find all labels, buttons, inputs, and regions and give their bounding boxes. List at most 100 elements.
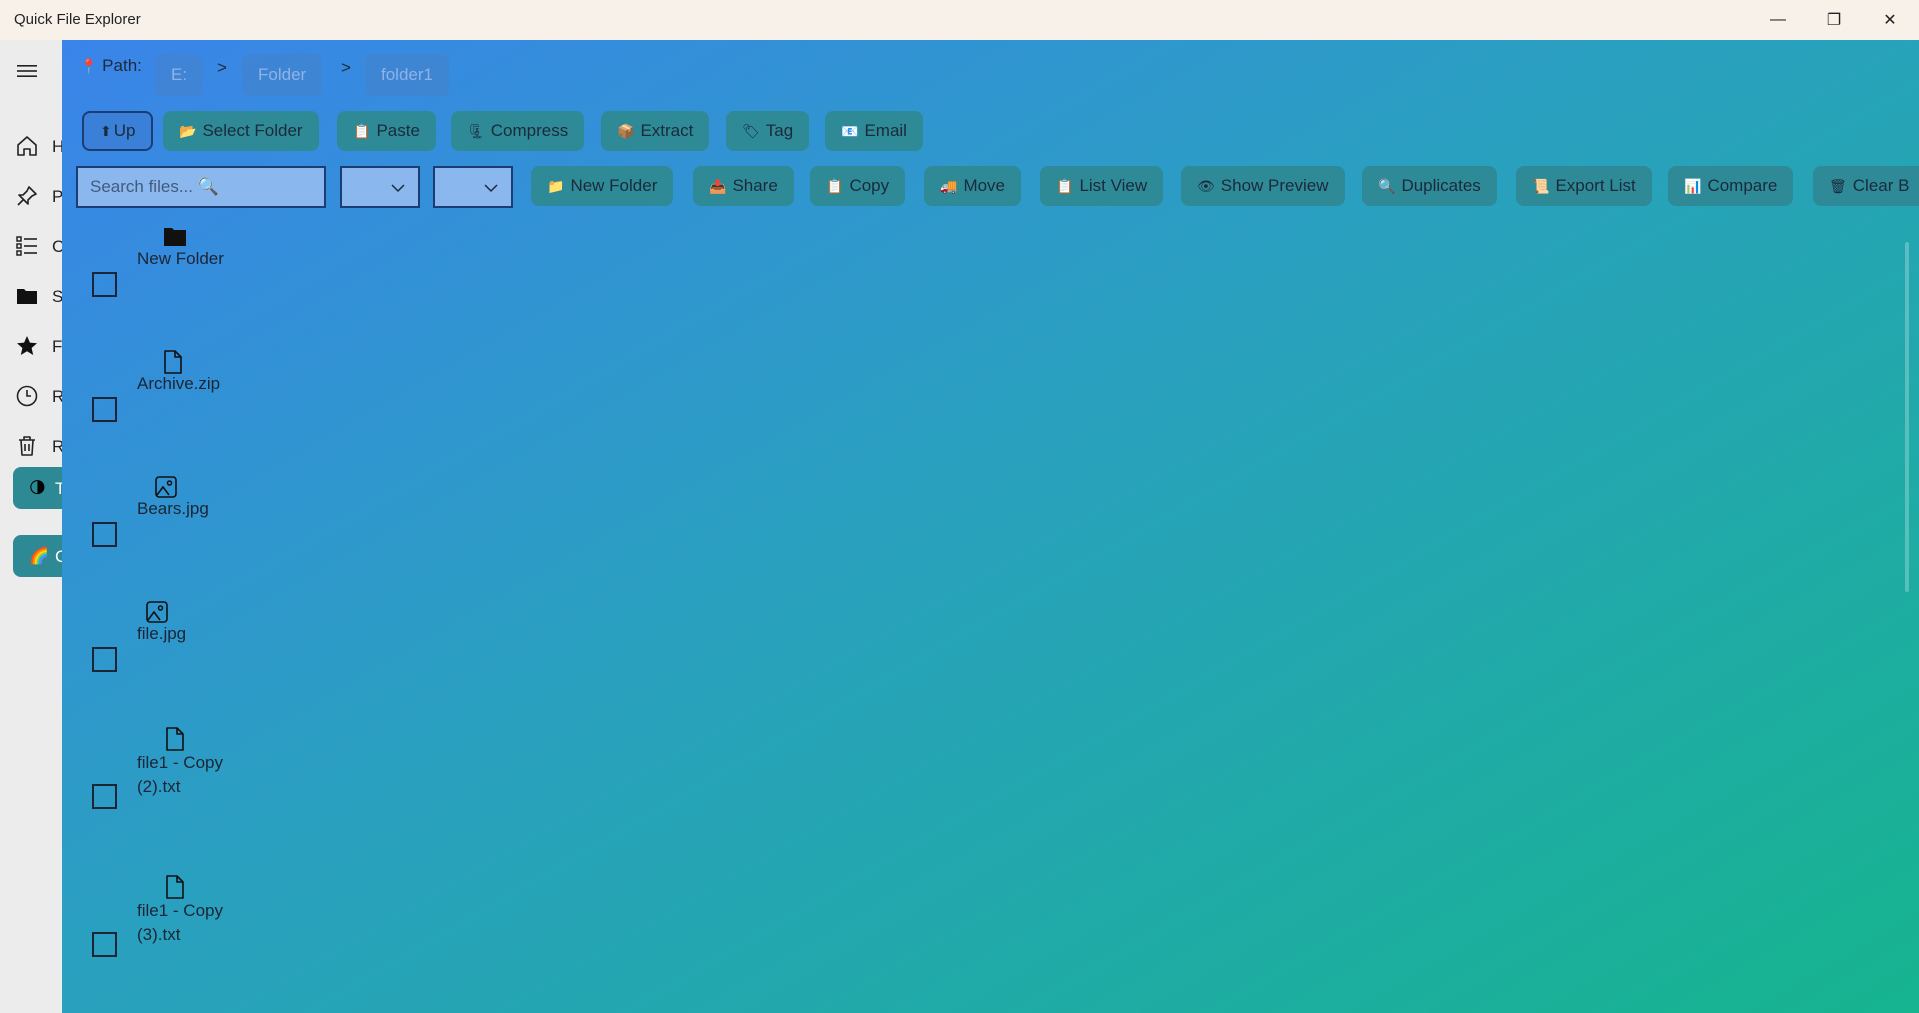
nav-item-select-folder[interactable]: S [0, 275, 62, 315]
paste-label: Paste [376, 121, 420, 140]
half-moon-icon: 🌗 [29, 480, 46, 497]
chevron-down-icon [391, 184, 405, 193]
nav-item-recycle-bin[interactable]: R [0, 425, 62, 465]
email-icon: 📧 [841, 123, 859, 139]
hamburger-icon [14, 58, 40, 84]
extract-button[interactable]: 📦 Extract [601, 111, 710, 151]
new-folder-label: New Folder [570, 176, 658, 195]
document-icon [166, 727, 184, 751]
nav-item-list[interactable]: C [0, 225, 62, 265]
file-name: file1 - Copy [137, 901, 223, 920]
close-icon: ✕ [1883, 12, 1897, 29]
open-folder-icon: 📂 [179, 123, 197, 139]
clear-button[interactable]: 🗑 Clear B [1813, 166, 1919, 206]
path-label: 📍 Path: [80, 56, 142, 76]
new-folder-button[interactable]: 📁 New Folder [531, 166, 674, 206]
color-theme-button[interactable]: 🌈 C [13, 535, 62, 577]
filter-dropdown[interactable] [433, 166, 513, 208]
nav-item-recent[interactable]: R [0, 375, 62, 415]
compress-label: Compress [490, 121, 569, 140]
minimize-button[interactable]: — [1750, 0, 1806, 40]
select-folder-label: Select Folder [202, 121, 303, 140]
bar-chart-icon: 📊 [1684, 178, 1702, 194]
navigation-pane: H P C S F R R 🌗 T 🌈 C [0, 40, 62, 1013]
home-icon [14, 133, 40, 159]
pin-icon: 📍 [80, 58, 98, 74]
document-icon [164, 350, 182, 374]
clipboard-icon: 📋 [353, 123, 371, 139]
eye-icon: 👁 [1197, 178, 1215, 194]
sort-dropdown[interactable] [340, 166, 420, 208]
search-input[interactable]: Search files... 🔍 [76, 166, 326, 208]
maximize-button[interactable]: ❐ [1806, 0, 1862, 40]
breadcrumb-separator: > [341, 58, 351, 77]
file-checkbox[interactable] [92, 647, 117, 672]
folder-icon: 📁 [547, 178, 565, 194]
up-button-label: Up [113, 121, 136, 140]
scroll-icon: 📜 [1532, 178, 1550, 194]
list-view-button[interactable]: 📋 List View [1040, 166, 1164, 206]
nav-item-pinned[interactable]: P [0, 175, 62, 215]
compare-label: Compare [1707, 176, 1778, 195]
main-content: 📍 Path: E: > Folder > folder1 ⬆ Up 📂 Selec… [62, 40, 1919, 1013]
package-icon: 📦 [617, 123, 635, 139]
share-icon: 📤 [709, 178, 727, 194]
tag-icon: 🏷 [742, 123, 760, 139]
compare-button[interactable]: 📊 Compare [1668, 166, 1794, 206]
file-checkbox[interactable] [92, 522, 117, 547]
close-button[interactable]: ✕ [1862, 0, 1918, 40]
vertical-scrollbar[interactable] [1905, 242, 1909, 592]
file-checkbox[interactable] [92, 784, 117, 809]
nav-item-home[interactable]: H [0, 125, 62, 165]
title-bar: Quick File Explorer — ❐ ✕ [0, 0, 1919, 40]
maximize-icon: ❐ [1826, 12, 1842, 29]
extract-label: Extract [640, 121, 694, 140]
clipboard-icon: 📋 [826, 178, 844, 194]
file-name: Bears.jpg [137, 499, 209, 518]
nav-item-label: S [52, 287, 62, 306]
duplicates-button[interactable]: 🔍 Duplicates [1362, 166, 1497, 206]
color-theme-label: C [55, 547, 62, 566]
nav-item-label: F [52, 337, 62, 356]
duplicates-label: Duplicates [1401, 176, 1481, 195]
share-button[interactable]: 📤 Share [693, 166, 794, 206]
file-checkbox[interactable] [92, 397, 117, 422]
hamburger-menu-button[interactable] [0, 50, 62, 90]
document-icon [166, 875, 184, 899]
theme-toggle-button[interactable]: 🌗 T [13, 467, 62, 509]
breadcrumb-drive[interactable]: E: [155, 54, 204, 96]
move-button[interactable]: 🚚 Move [924, 166, 1022, 206]
breadcrumb-folder1[interactable]: folder1 [365, 54, 449, 96]
chevron-down-icon [484, 184, 498, 193]
show-preview-button[interactable]: 👁 Show Preview [1181, 166, 1345, 206]
nav-item-favorites[interactable]: F [0, 325, 62, 365]
breadcrumb-separator: > [217, 58, 227, 77]
app-title: Quick File Explorer [14, 11, 141, 28]
copy-label: Copy [849, 176, 890, 195]
clear-label: Clear B [1852, 176, 1910, 195]
compress-button[interactable]: 🗜 Compress [451, 111, 585, 151]
select-folder-button[interactable]: 📂 Select Folder [163, 111, 319, 151]
image-icon [155, 476, 177, 498]
folder-icon [14, 283, 40, 309]
nav-item-label: R [52, 437, 62, 456]
magnifier-icon: 🔍 [1378, 178, 1396, 194]
move-icon: 🚚 [940, 178, 958, 194]
paste-button[interactable]: 📋 Paste [337, 111, 436, 151]
file-name: file.jpg [137, 624, 187, 643]
export-list-button[interactable]: 📜 Export List [1516, 166, 1652, 206]
theme-toggle-label: T [55, 479, 62, 498]
tag-button[interactable]: 🏷 Tag [726, 111, 810, 151]
file-checkbox[interactable] [92, 272, 117, 297]
copy-button[interactable]: 📋 Copy [810, 166, 906, 206]
breadcrumb-folder[interactable]: Folder [242, 54, 323, 96]
folder-icon [164, 228, 186, 246]
file-name: (2).txt [137, 777, 181, 796]
list-view-label: List View [1079, 176, 1148, 195]
export-list-label: Export List [1555, 176, 1636, 195]
email-button[interactable]: 📧 Email [825, 111, 923, 151]
nav-item-label: P [52, 187, 62, 206]
file-checkbox[interactable] [92, 932, 117, 957]
star-icon [14, 333, 40, 359]
up-button[interactable]: ⬆ Up [82, 111, 154, 151]
